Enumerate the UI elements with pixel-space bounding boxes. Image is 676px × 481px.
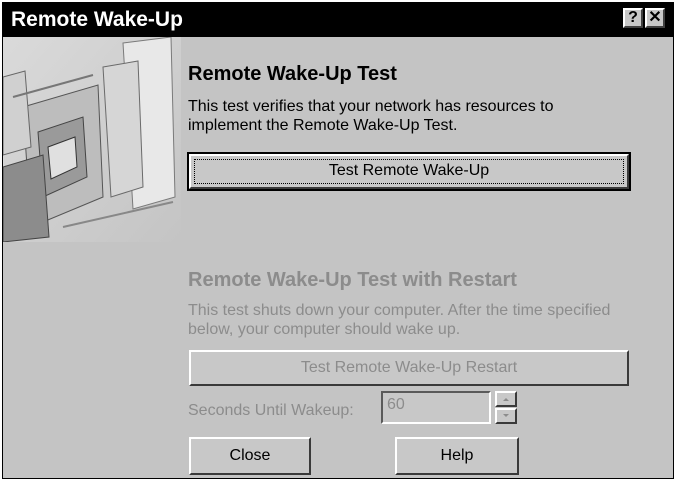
close-button[interactable]: Close <box>189 437 311 475</box>
seconds-until-wakeup-input[interactable]: 60 <box>381 391 491 424</box>
help-icon[interactable]: ? <box>623 8 643 28</box>
section-heading-restart-test: Remote Wake-Up Test with Restart <box>188 269 517 291</box>
network-illustration <box>3 37 181 242</box>
title-bar: Remote Wake-Up ? ✕ <box>3 3 673 37</box>
spin-down-icon[interactable] <box>495 408 517 424</box>
section-description-restart-test: This test shuts down your computer. Afte… <box>188 302 611 338</box>
help-button[interactable]: Help <box>395 437 519 475</box>
test-remote-wakeup-button[interactable]: Test Remote Wake-Up <box>187 152 631 191</box>
focus-ring <box>194 159 624 184</box>
dialog-content: Remote Wake-Up Test This test verifies t… <box>3 37 673 478</box>
test-remote-wakeup-restart-button[interactable]: Test Remote Wake-Up Restart <box>189 350 629 386</box>
window-title: Remote Wake-Up <box>11 8 183 31</box>
spin-up-icon[interactable] <box>495 391 517 407</box>
section-description-remote-wakeup-test: This test verifies that your network has… <box>188 98 554 134</box>
close-icon[interactable]: ✕ <box>645 8 665 28</box>
section-heading-remote-wakeup-test: Remote Wake-Up Test <box>188 63 397 85</box>
remote-wakeup-window: Remote Wake-Up ? ✕ Remote Wake-Up Test T… <box>2 2 674 479</box>
seconds-until-wakeup-label: Seconds Until Wakeup: <box>188 402 354 419</box>
